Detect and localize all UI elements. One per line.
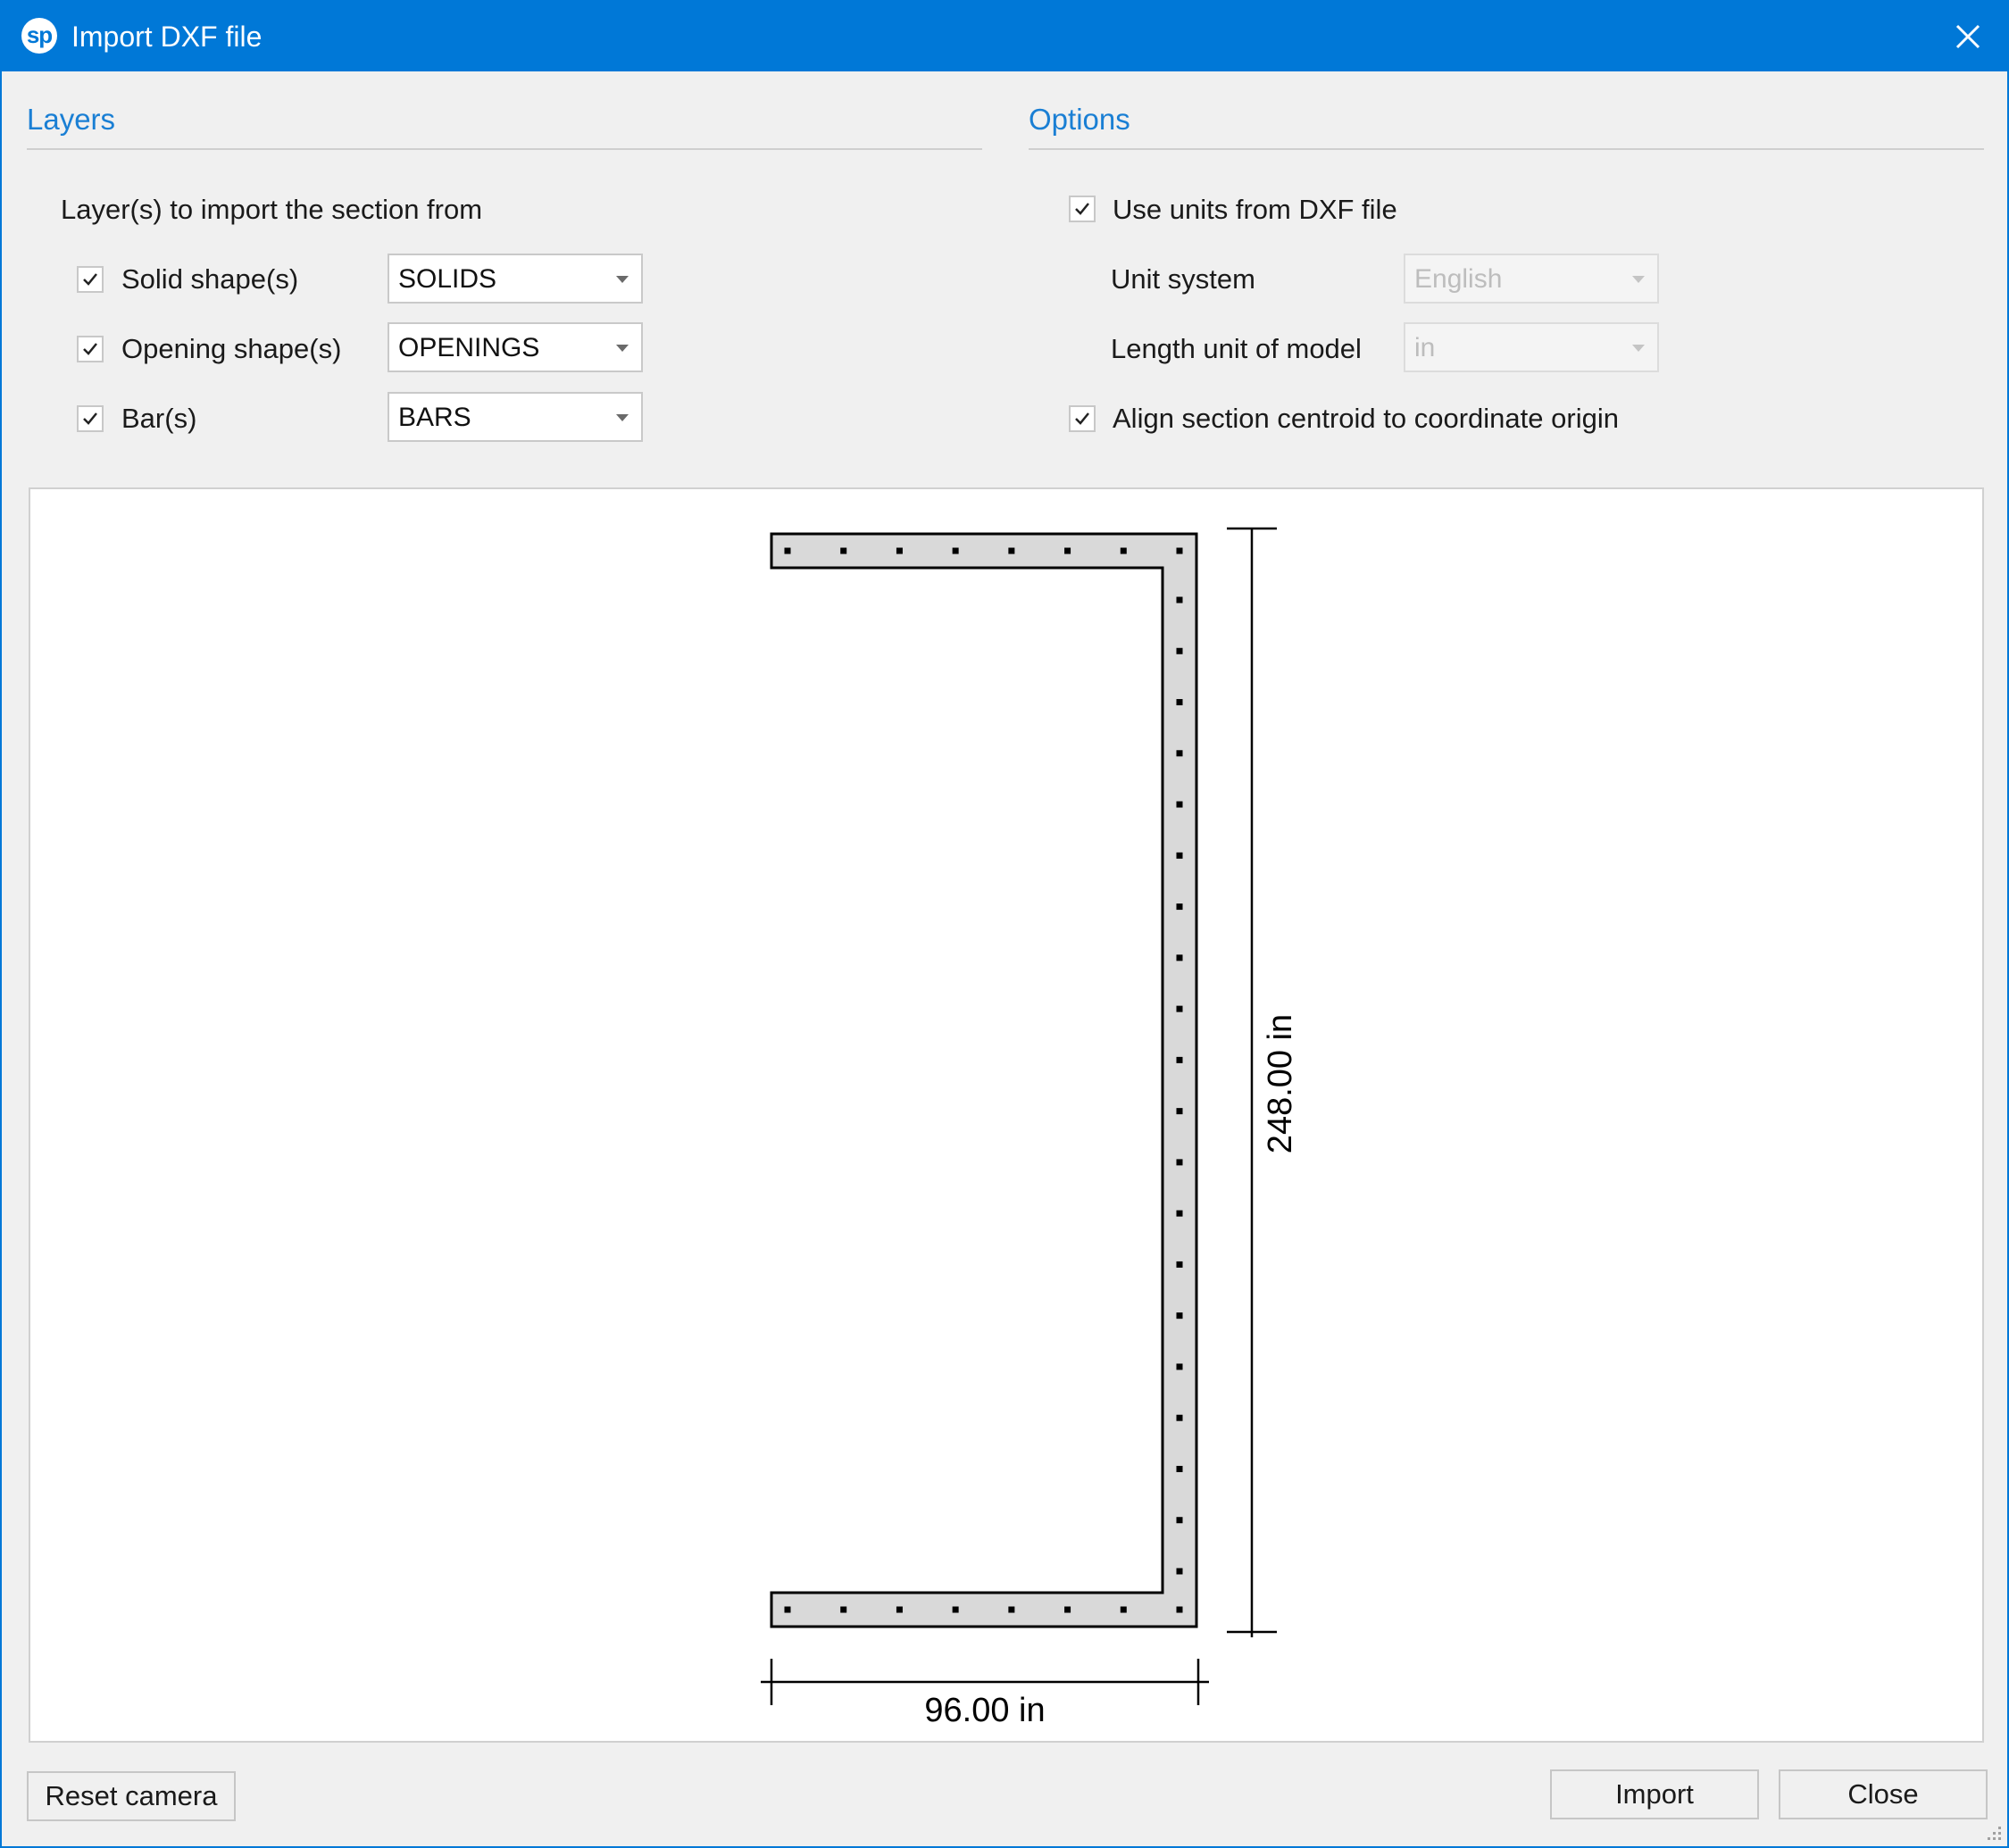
reset-camera-button[interactable]: Reset camera xyxy=(27,1771,236,1821)
checkmark-icon xyxy=(83,343,97,355)
rebar-dot xyxy=(1176,547,1183,554)
rebar-dot xyxy=(1176,1414,1183,1421)
bars-label: Bar(s) xyxy=(121,403,197,434)
rebar-dot xyxy=(1176,1005,1183,1012)
rebar-dot xyxy=(896,547,903,554)
solid-shapes-label: Solid shape(s) xyxy=(121,263,299,295)
rebar-dot xyxy=(1176,852,1183,859)
rebar-dot xyxy=(1176,596,1183,604)
length-unit-value: in xyxy=(1414,333,1436,362)
rebar-dot xyxy=(840,1606,847,1613)
section-solid-shape xyxy=(770,532,1198,1628)
rebar-dot xyxy=(952,547,959,554)
rebar-points xyxy=(784,547,1183,1613)
checkmark-icon xyxy=(83,412,97,425)
window-title: Import DXF file xyxy=(71,21,263,53)
height-dimension-label: 248.00 in xyxy=(1262,1014,1299,1153)
rebar-dot xyxy=(1176,954,1183,961)
length-unit-label: Length unit of model xyxy=(1111,333,1362,364)
import-dxf-dialog: sp Import DXF file Layers Layer(s) to im… xyxy=(0,0,2009,1848)
rebar-dot xyxy=(952,1606,959,1613)
dropdown-arrow-icon xyxy=(616,345,629,352)
rebar-dot xyxy=(1176,1568,1183,1575)
section-preview-canvas[interactable]: 248.00 in 96.00 in xyxy=(29,487,1984,1743)
dropdown-arrow-icon xyxy=(1632,276,1645,283)
rebar-dot xyxy=(1176,1465,1183,1472)
rebar-dot xyxy=(1176,750,1183,757)
resize-grip-icon[interactable] xyxy=(1982,1821,2002,1841)
layers-section-divider xyxy=(27,148,982,150)
bars-layer-value: BARS xyxy=(398,403,471,432)
opening-shapes-layer-value: OPENINGS xyxy=(398,333,540,362)
rebar-dot xyxy=(1064,1606,1071,1613)
solid-shapes-layer-select[interactable]: SOLIDS xyxy=(388,254,643,304)
layers-section-header: Layers xyxy=(27,103,116,136)
solid-shapes-layer-value: SOLIDS xyxy=(398,264,497,294)
window-close-button[interactable] xyxy=(1941,11,1995,62)
opening-shapes-checkbox[interactable] xyxy=(77,336,104,362)
rebar-dot xyxy=(1176,1056,1183,1063)
checkmark-icon xyxy=(83,273,97,286)
dropdown-arrow-icon xyxy=(1632,345,1645,352)
unit-system-select[interactable]: English xyxy=(1404,254,1659,304)
solid-shapes-checkbox[interactable] xyxy=(77,266,104,293)
app-logo-icon: sp xyxy=(21,18,57,54)
align-centroid-label: Align section centroid to coordinate ori… xyxy=(1113,403,1619,434)
rebar-dot xyxy=(1176,1606,1183,1613)
rebar-dot xyxy=(1176,1312,1183,1319)
use-units-checkbox[interactable] xyxy=(1069,196,1096,222)
rebar-dot xyxy=(840,547,847,554)
rebar-dot xyxy=(1176,647,1183,654)
layers-intro-label: Layer(s) to import the section from xyxy=(61,194,483,225)
width-dimension-label: 96.00 in xyxy=(924,1692,1045,1729)
rebar-dot xyxy=(1008,1606,1015,1613)
dropdown-arrow-icon xyxy=(616,414,629,421)
bars-layer-select[interactable]: BARS xyxy=(388,392,643,442)
section-drawing: 248.00 in 96.00 in xyxy=(761,527,1299,1729)
rebar-dot xyxy=(1064,547,1071,554)
options-section-header: Options xyxy=(1029,103,1130,136)
rebar-dot xyxy=(1176,1363,1183,1370)
rebar-dot xyxy=(1176,801,1183,808)
checkmark-icon xyxy=(1075,412,1089,425)
rebar-dot xyxy=(1176,1210,1183,1217)
bars-checkbox[interactable] xyxy=(77,405,104,432)
rebar-dot xyxy=(1176,1159,1183,1166)
rebar-dot xyxy=(1176,1261,1183,1268)
rebar-dot xyxy=(1176,1517,1183,1524)
opening-shapes-layer-select[interactable]: OPENINGS xyxy=(388,322,643,372)
import-button[interactable]: Import xyxy=(1550,1769,1759,1819)
use-units-label: Use units from DXF file xyxy=(1113,194,1397,225)
rebar-dot xyxy=(1120,1606,1127,1613)
rebar-dot xyxy=(784,547,791,554)
rebar-dot xyxy=(1176,699,1183,706)
opening-shapes-label: Opening shape(s) xyxy=(121,333,342,364)
dropdown-arrow-icon xyxy=(616,276,629,283)
unit-system-label: Unit system xyxy=(1111,263,1255,295)
checkmark-icon xyxy=(1075,203,1089,215)
options-section-divider xyxy=(1029,148,1984,150)
length-unit-select[interactable]: in xyxy=(1404,322,1659,372)
close-button[interactable]: Close xyxy=(1779,1769,1988,1819)
title-bar[interactable]: sp Import DXF file xyxy=(2,2,2007,71)
rebar-dot xyxy=(1120,547,1127,554)
rebar-dot xyxy=(1008,547,1015,554)
close-icon xyxy=(1955,24,1980,49)
rebar-dot xyxy=(896,1606,903,1613)
rebar-dot xyxy=(1176,903,1183,911)
rebar-dot xyxy=(1176,1108,1183,1115)
align-centroid-checkbox[interactable] xyxy=(1069,405,1096,432)
rebar-dot xyxy=(784,1606,791,1613)
unit-system-value: English xyxy=(1414,264,1503,294)
